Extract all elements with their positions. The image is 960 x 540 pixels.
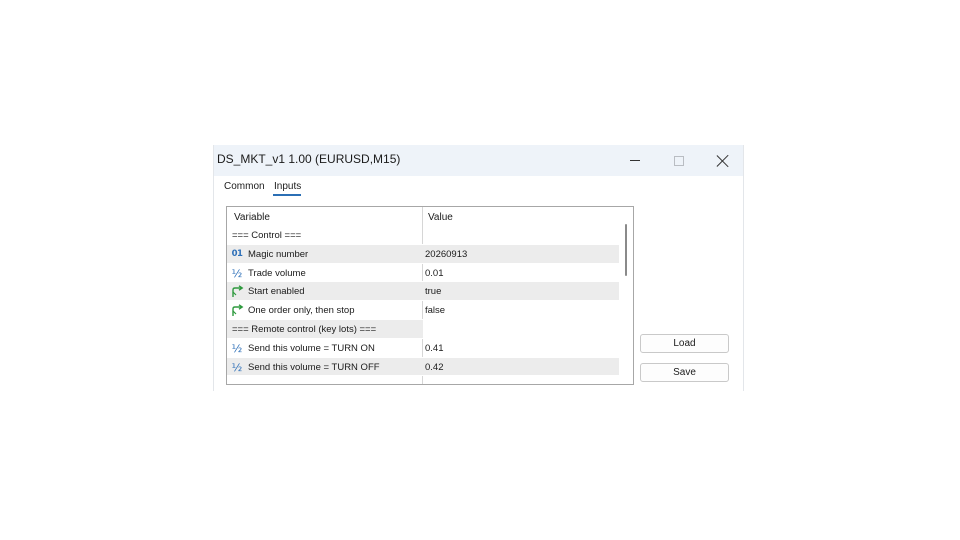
save-button[interactable]: Save bbox=[640, 363, 729, 382]
variable-cell: Send this volume = TURN ON bbox=[248, 342, 375, 354]
table-row[interactable]: ½ Send this volume = TURN ON 0.41 bbox=[227, 339, 619, 358]
fraction-icon: ½ bbox=[231, 341, 243, 355]
section-row[interactable]: === Control === bbox=[227, 226, 619, 245]
table-row[interactable]: 01 Magic number 20260913 bbox=[227, 244, 619, 264]
column-header-value[interactable]: Value bbox=[428, 212, 453, 223]
variable-cell: === Control === bbox=[232, 230, 302, 241]
grid-rows: === Control === 01 Magic number 20260913 ½ Tr… bbox=[227, 226, 619, 377]
maximize-icon bbox=[674, 155, 684, 166]
section-row[interactable]: === Remote control (key lots) === bbox=[227, 319, 619, 339]
integer-icon: 01 bbox=[231, 249, 243, 260]
fraction-icon: ½ bbox=[231, 360, 243, 374]
maximize-button[interactable] bbox=[657, 145, 701, 176]
scrollbar-thumb[interactable] bbox=[625, 224, 627, 276]
section-value-cell bbox=[423, 319, 619, 338]
variable-cell: Start enabled bbox=[248, 286, 305, 298]
variable-cell: Send this volume = TURN OFF bbox=[248, 361, 380, 373]
grid-header: Variable Value bbox=[227, 207, 619, 226]
value-cell[interactable]: 0.42 bbox=[425, 362, 444, 373]
table-row[interactable]: ½ Send this volume = TURN OFF 0.42 bbox=[227, 357, 619, 377]
minimize-button[interactable] bbox=[613, 145, 657, 176]
close-icon bbox=[717, 155, 729, 167]
table-row[interactable]: ½ Trade volume 0.01 bbox=[227, 264, 619, 283]
boolean-arrow-icon bbox=[230, 304, 244, 317]
dialog-window: DS_MKT_v1 1.00 (EURUSD,M15) Common Input… bbox=[213, 145, 744, 391]
boolean-arrow-icon bbox=[230, 285, 244, 298]
variable-cell: Trade volume bbox=[248, 267, 306, 279]
fraction-icon: ½ bbox=[231, 266, 243, 280]
variable-cell: Magic number bbox=[248, 248, 309, 260]
value-cell[interactable]: false bbox=[425, 305, 445, 316]
window-title: DS_MKT_v1 1.00 (EURUSD,M15) bbox=[217, 152, 401, 166]
value-cell[interactable]: 20260913 bbox=[425, 249, 467, 260]
close-button[interactable] bbox=[701, 145, 743, 176]
value-cell[interactable]: true bbox=[425, 286, 441, 297]
inputs-grid: Variable Value === Control === 01 Magic nu… bbox=[226, 206, 634, 385]
value-cell[interactable]: 0.01 bbox=[425, 268, 444, 279]
tab-inputs[interactable]: Inputs bbox=[274, 181, 301, 192]
value-cell[interactable]: 0.41 bbox=[425, 343, 444, 354]
column-header-variable[interactable]: Variable bbox=[234, 212, 270, 223]
variable-cell: One order only, then stop bbox=[248, 305, 355, 317]
table-row[interactable]: Start enabled true bbox=[227, 282, 619, 302]
variable-cell: === Remote control (key lots) === bbox=[232, 323, 377, 335]
load-button[interactable]: Load bbox=[640, 334, 729, 353]
title-bar[interactable]: DS_MKT_v1 1.00 (EURUSD,M15) bbox=[214, 145, 743, 176]
minimize-icon bbox=[630, 160, 640, 161]
vertical-scrollbar[interactable] bbox=[619, 207, 633, 384]
tab-common[interactable]: Common bbox=[224, 181, 265, 192]
section-value-cell bbox=[423, 226, 619, 244]
table-row[interactable]: One order only, then stop false bbox=[227, 301, 619, 320]
active-tab-indicator bbox=[273, 194, 301, 196]
